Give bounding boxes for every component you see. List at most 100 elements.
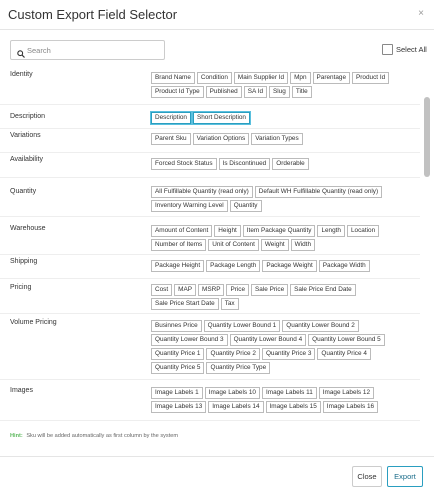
field-chip[interactable]: MSRP [198, 284, 225, 296]
section-name: Identity [10, 71, 33, 78]
field-chip[interactable]: Quantity Price 5 [151, 362, 205, 374]
field-chip[interactable]: All Fulfillable Quantity (read only) [151, 186, 253, 198]
export-button[interactable]: Export [387, 466, 423, 487]
field-chip[interactable]: Quantity Price 3 [261, 348, 316, 360]
field-chip[interactable]: Package Height [151, 260, 205, 272]
section-name: Volume Pricing [10, 319, 57, 326]
field-chip[interactable]: Sale Price [251, 284, 289, 296]
field-chip[interactable]: Inventory Warning Level [151, 200, 228, 212]
field-chip-list: All Fulfillable Quantity (read only) Defa… [151, 186, 416, 212]
section-pricing: Pricing Cost MAP MSRP Price Sale Price Sale Pr… [0, 279, 420, 314]
field-chip[interactable]: Number of Items [151, 239, 207, 251]
field-chip[interactable]: Length [317, 225, 345, 237]
field-chip[interactable]: Is Discontinued [218, 158, 271, 170]
section-volume-pricing: Volume Pricing Businnes Price Quantity Low… [0, 314, 420, 380]
field-chip-list: Cost MAP MSRP Price Sale Price Sale Price End… [151, 284, 416, 310]
section-name: Pricing [10, 284, 32, 291]
field-chip[interactable]: Product Id Type [151, 86, 204, 98]
field-chip[interactable]: Quantity Lower Bound 5 [308, 334, 385, 346]
section-name: Description [10, 113, 46, 120]
field-chip[interactable]: MAP [174, 284, 196, 296]
section-description: Description Description Short Description [0, 105, 420, 129]
field-chip[interactable]: Image Labels 15 [265, 401, 321, 413]
field-chip[interactable]: Image Labels 12 [318, 387, 375, 399]
field-chip-list: Image Labels 1 Image Labels 10 Image Label… [151, 387, 416, 413]
search-icon [17, 45, 25, 63]
hint: Hint: Sku will be added automatically as… [10, 433, 178, 439]
field-chip[interactable]: Title [291, 86, 312, 98]
field-chip[interactable]: Quantity Price 1 [151, 348, 205, 360]
field-chip[interactable]: Parentage [312, 72, 351, 84]
field-chip[interactable]: Sale Price End Date [290, 284, 356, 296]
field-chip[interactable]: SA Id [243, 86, 268, 98]
hint-text: Sku will be added automatically as first… [26, 433, 179, 439]
field-chip[interactable]: Unit of Content [208, 239, 259, 251]
field-chip[interactable]: Amount of Content [151, 225, 213, 237]
close-button[interactable]: Close [352, 466, 382, 487]
field-chip[interactable]: Sale Price Start Date [151, 298, 219, 310]
field-chip[interactable]: Package Width [318, 260, 370, 272]
field-chip[interactable]: Width [290, 239, 315, 251]
field-chip[interactable]: Forced Stock Status [151, 158, 217, 170]
field-chip[interactable]: Quantity Lower Bound 1 [203, 320, 281, 332]
section-images: Images Image Labels 1 Image Labels 10 Image… [0, 380, 420, 421]
field-chip[interactable]: Orderable [272, 158, 309, 170]
field-chip[interactable]: Quantity Lower Bound 4 [229, 334, 307, 346]
field-chip[interactable]: Image Labels 1 [151, 387, 203, 399]
field-chip[interactable]: Image Labels 16 [322, 401, 379, 413]
field-chip[interactable]: Quantity Price Type [206, 362, 271, 374]
field-chip[interactable]: Mpn [290, 72, 311, 84]
section-warehouse: Warehouse Amount of Content Height Item Pac… [0, 217, 420, 255]
field-chip[interactable]: Package Weight [262, 260, 317, 272]
section-identity: Identity Brand Name Condition Main Supplier… [0, 67, 420, 105]
field-chip[interactable]: Location [346, 225, 380, 237]
field-chip[interactable]: Cost [151, 284, 173, 296]
field-chip[interactable]: Default WH Fulfillable Quantity (read on… [254, 186, 383, 198]
section-shipping: Shipping Package Height Package Length Pack… [0, 255, 420, 279]
field-chip[interactable]: Weight [260, 239, 289, 251]
field-chip[interactable]: Parent Sku [151, 133, 191, 145]
field-chip[interactable]: Slug [269, 86, 290, 98]
field-chip[interactable]: Image Labels 13 [151, 401, 207, 413]
field-chip[interactable]: Brand Name [151, 72, 195, 84]
field-chip[interactable]: Variation Options [192, 133, 250, 145]
field-chip[interactable]: Item Package Quantity [242, 225, 316, 237]
section-quantity: Quantity All Fulfillable Quantity (read o… [0, 178, 420, 217]
field-chip[interactable]: Variation Types [251, 133, 303, 145]
field-chip[interactable]: Condition [196, 72, 232, 84]
field-chip[interactable]: Quantity Price 4 [317, 348, 371, 360]
field-chip[interactable]: Quantity [229, 200, 262, 212]
dialog-title: Custom Export Field Selector [8, 7, 178, 22]
search-field[interactable] [10, 40, 165, 60]
section-name: Variations [10, 132, 41, 139]
scrollbar[interactable] [424, 97, 430, 177]
field-chip[interactable]: Quantity Lower Bound 2 [282, 320, 359, 332]
field-chip[interactable]: Businnes Price [151, 320, 202, 332]
field-chip[interactable]: Product Id [352, 72, 390, 84]
field-chip[interactable]: Image Labels 14 [208, 401, 264, 413]
field-chip-list: Package Height Package Length Package Weig… [151, 260, 416, 272]
field-chip[interactable]: Quantity Lower Bound 3 [151, 334, 228, 346]
field-chip[interactable]: Height [214, 225, 241, 237]
field-chip[interactable]: Description [151, 112, 191, 124]
field-chip[interactable]: Tax [220, 298, 239, 310]
field-chip[interactable]: Short Description [192, 112, 250, 124]
field-chip[interactable]: Package Length [206, 260, 261, 272]
field-chip[interactable]: Quantity Price 2 [206, 348, 260, 360]
close-icon[interactable]: × [418, 8, 424, 19]
field-chip[interactable]: Main Supplier Id [233, 72, 289, 84]
section-variations: Variations Parent Sku Variation Options Var… [0, 129, 420, 153]
field-chip-list: Parent Sku Variation Options Variation Typ… [151, 133, 416, 145]
field-chip-list: Forced Stock Status Is Discontinued Ordera… [151, 158, 416, 170]
select-all[interactable]: Select All [382, 42, 427, 56]
field-chip[interactable]: Published [205, 86, 242, 98]
dialog-body: Select All Identity Brand NameConditionMa… [0, 31, 434, 456]
field-chip[interactable]: Price [226, 284, 250, 296]
field-chip[interactable]: Image Labels 11 [261, 387, 317, 399]
select-all-checkbox[interactable] [382, 43, 393, 55]
section-name: Images [10, 387, 33, 394]
dialog-header: Custom Export Field Selector × [0, 0, 434, 30]
search-input[interactable] [27, 42, 161, 58]
dialog-footer: Close Export [0, 456, 434, 494]
field-chip[interactable]: Image Labels 10 [204, 387, 260, 399]
